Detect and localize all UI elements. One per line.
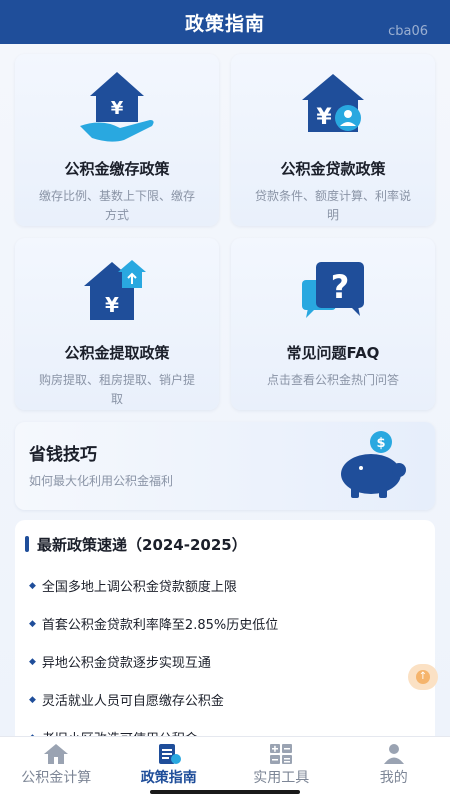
card-deposit-policy[interactable]: ¥ 公积金缴存政策 缴存比例、基数上下限、缴存方式 [15, 54, 219, 226]
main-content: ¥ 公积金缴存政策 缴存比例、基数上下限、缴存方式 ¥ 公积金贷款政策 贷款条件… [0, 44, 450, 736]
tab-calculator-home[interactable]: 公积金计算 [0, 737, 113, 800]
tips-desc: 如何最大化利用公积金福利 [29, 474, 174, 488]
news-item-text: 全国多地上调公积金贷款额度上限 [41, 580, 237, 595]
svg-text:¥: ¥ [316, 105, 332, 130]
svg-text:¥: ¥ [105, 293, 119, 317]
svg-text:¥: ¥ [111, 98, 124, 119]
tab-label: 实用工具 [253, 770, 310, 786]
user-icon [381, 743, 407, 769]
bullet-icon: ◆ [29, 694, 36, 705]
news-section: 最新政策速递（2024-2025） ◆ 全国多地上调公积金贷款额度上限 ◆ 首套… [15, 520, 435, 736]
news-item[interactable]: ◆ 灵活就业人员可自愿缴存公积金 [29, 690, 224, 709]
watermark: cba06 [388, 24, 428, 39]
question-chat-icon: ? [231, 252, 435, 332]
tab-label: 我的 [379, 770, 408, 786]
bullet-icon: ◆ [29, 580, 36, 591]
home-indicator [150, 790, 300, 794]
news-item-text: 灵活就业人员可自愿缴存公积金 [41, 694, 224, 709]
card-desc: 贷款条件、额度计算、利率说明 [254, 189, 411, 222]
calculator-icon [268, 743, 294, 769]
card-title: 公积金提取政策 [64, 344, 170, 362]
tab-mine[interactable]: 我的 [338, 737, 450, 800]
house-yen-upload-icon: ¥ [15, 252, 219, 332]
policy-doc-icon [156, 743, 182, 769]
section-accent-bar [25, 536, 29, 552]
card-desc: 缴存比例、基数上下限、缴存方式 [38, 189, 195, 222]
tips-title: 省钱技巧 [29, 445, 97, 465]
scroll-top-button[interactable]: ↑ [408, 664, 438, 690]
card-title: 常见问题FAQ [286, 344, 380, 362]
tips-banner[interactable]: 省钱技巧 如何最大化利用公积金福利 $ [15, 422, 435, 510]
news-title: 最新政策速递（2024-2025） [37, 536, 247, 554]
card-title: 公积金缴存政策 [64, 160, 170, 178]
bullet-icon: ◆ [29, 656, 36, 667]
card-desc: 购房提取、租房提取、销户提取 [38, 373, 195, 406]
svg-text:$: $ [376, 436, 385, 451]
house-yen-hand-icon: ¥ [15, 68, 219, 148]
card-title: 公积金贷款政策 [280, 160, 386, 178]
bullet-icon: ◆ [29, 618, 36, 629]
card-withdraw-policy[interactable]: ¥ 公积金提取政策 购房提取、租房提取、销户提取 [15, 238, 219, 410]
news-item-text: 异地公积金贷款逐步实现互通 [41, 656, 211, 671]
news-item[interactable]: ◆ 老旧小区改造可使用公积金 [29, 728, 198, 736]
news-item[interactable]: ◆ 首套公积金贷款利率降至2.85%历史低位 [29, 614, 278, 633]
card-desc: 点击查看公积金热门问答 [266, 373, 399, 387]
card-faq[interactable]: ? 常见问题FAQ 点击查看公积金热门问答 [231, 238, 435, 410]
news-item-text: 老旧小区改造可使用公积金 [42, 728, 198, 736]
tab-label: 政策指南 [140, 770, 197, 786]
news-item[interactable]: ◆ 全国多地上调公积金贷款额度上限 [29, 576, 237, 595]
news-item-text: 首套公积金贷款利率降至2.85%历史低位 [41, 618, 279, 633]
tab-label: 公积金计算 [21, 770, 92, 786]
card-loan-policy[interactable]: ¥ 公积金贷款政策 贷款条件、额度计算、利率说明 [231, 54, 435, 226]
news-item[interactable]: ◆ 异地公积金贷款逐步实现互通 [29, 652, 211, 671]
arrow-up-icon: ↑ [416, 670, 430, 684]
house-yen-person-icon: ¥ [231, 68, 435, 148]
svg-text:?: ? [331, 268, 350, 306]
piggy-bank-icon: $ [333, 430, 413, 504]
app-header: 政策指南 cba06 [0, 0, 450, 44]
page-title: 政策指南 [184, 12, 265, 35]
house-icon [43, 743, 69, 769]
